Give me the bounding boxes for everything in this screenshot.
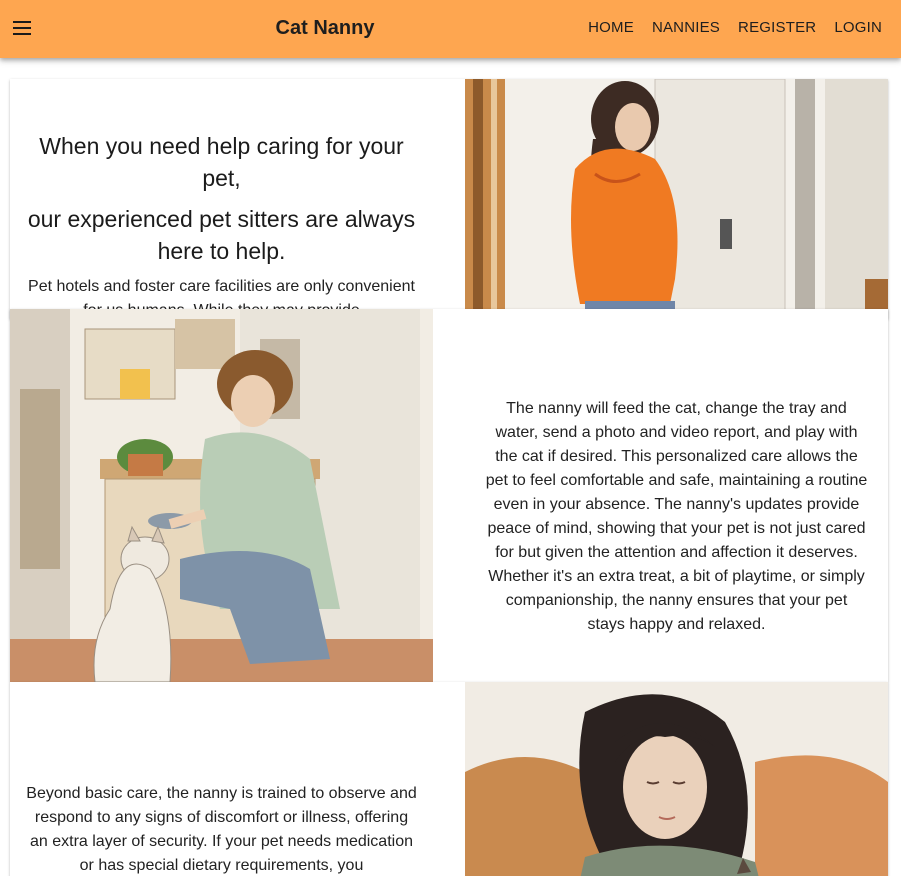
nav-home[interactable]: HOME	[579, 17, 643, 39]
nav-nannies[interactable]: NANNIES	[643, 17, 729, 39]
safety-card: Beyond basic care, the nanny is trained …	[10, 682, 888, 876]
nav-register[interactable]: REGISTER	[729, 17, 825, 39]
safety-text-block: Beyond basic care, the nanny is trained …	[10, 682, 433, 876]
intro-card: When you need help caring for your pet, …	[10, 79, 888, 319]
woman-orange-hoodie-image	[465, 79, 888, 319]
safety-paragraph: Beyond basic care, the nanny is trained …	[26, 785, 417, 874]
intro-heading-line2: our experienced pet sitters are always h…	[27, 206, 416, 264]
nav-login[interactable]: LOGIN	[825, 17, 891, 39]
woman-with-cat-image	[465, 682, 888, 876]
intro-heading-line1: When you need help caring for your pet,	[39, 133, 404, 191]
intro-text-block: When you need help caring for your pet, …	[10, 79, 433, 319]
feeding-card: The nanny will feed the cat, change the …	[10, 309, 888, 682]
app-bar: Cat Nanny HOME NANNIES REGISTER LOGIN	[0, 0, 901, 58]
feeding-paragraph: The nanny will feed the cat, change the …	[485, 400, 868, 633]
main-nav: HOME NANNIES REGISTER LOGIN	[579, 17, 891, 39]
man-feeding-cat-image	[10, 309, 433, 682]
menu-icon[interactable]	[8, 14, 36, 42]
feeding-text-block: The nanny will feed the cat, change the …	[465, 309, 888, 682]
brand-title[interactable]: Cat Nanny	[250, 14, 400, 42]
